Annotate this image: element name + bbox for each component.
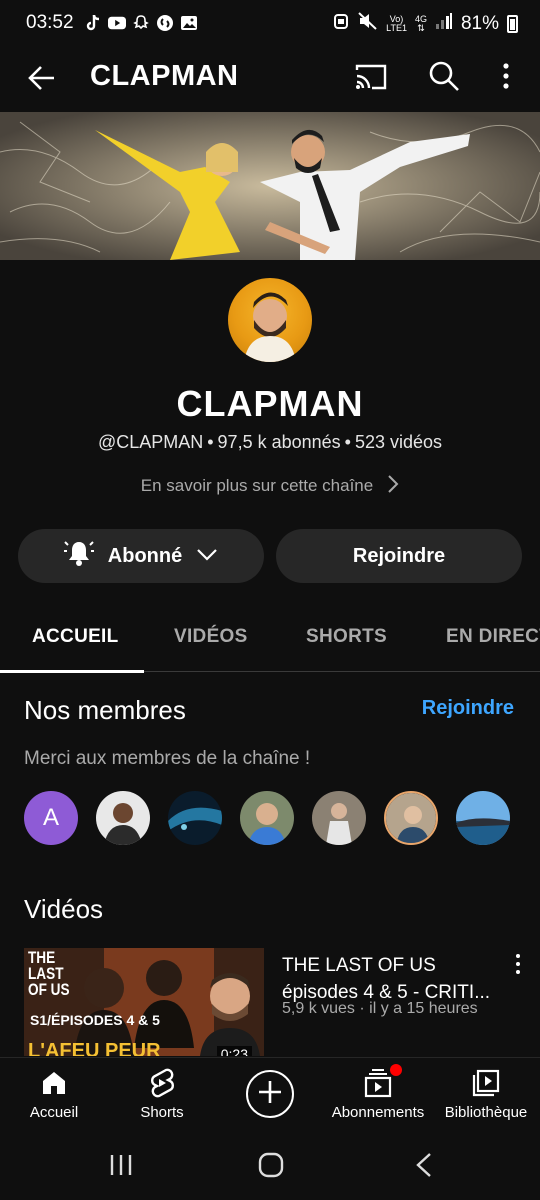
videos-section-title: Vidéos	[24, 894, 104, 924]
shazam-icon	[156, 14, 174, 32]
tab-videos[interactable]: VIDÉOS	[174, 626, 248, 648]
video-meta: 5,9 k vues · il y a 15 heures	[282, 1000, 478, 1017]
search-icon[interactable]	[428, 60, 460, 92]
join-label: Rejoindre	[352, 544, 446, 567]
chevron-right-icon	[387, 474, 399, 499]
member-avatar[interactable]	[312, 791, 366, 845]
network-indicator: 4G ⇅	[414, 14, 427, 33]
join-button[interactable]: Rejoindre	[276, 529, 522, 583]
about-channel-label: En savoir plus sur cette chaîne	[140, 475, 374, 495]
thumbnail-title-text: THE LAST OF US	[28, 948, 70, 999]
thumbnail-caption-2: L'AFEU PEUR	[28, 1040, 161, 1056]
volte-indicator: Vo) LTE1	[386, 14, 407, 33]
member-avatar[interactable]	[168, 791, 222, 845]
back-system-icon[interactable]	[414, 1152, 434, 1183]
nav-subscriptions[interactable]: Abonnements	[328, 1064, 428, 1121]
tab-en-direct[interactable]: EN DIRECT	[446, 626, 540, 648]
tab-shorts[interactable]: SHORTS	[306, 626, 387, 648]
member-initial: A	[42, 804, 59, 831]
shorts-icon	[112, 1066, 212, 1100]
subscriptions-icon	[328, 1064, 428, 1100]
thumbnail-caption: S1/ÉPISODES 4 & 5	[30, 1012, 160, 1028]
members-avatars: A	[24, 791, 510, 845]
subscriber-count: 97,5 k abonnés	[217, 432, 341, 452]
home-system-icon[interactable]	[258, 1152, 284, 1183]
snapchat-icon	[132, 14, 150, 32]
video-count: 523 vidéos	[354, 432, 443, 452]
recent-apps-icon[interactable]	[108, 1152, 134, 1183]
member-avatar[interactable]	[96, 791, 150, 845]
alarm-icon	[332, 12, 350, 36]
home-icon	[4, 1066, 104, 1100]
nav-library-label: Bibliothèque	[444, 1104, 528, 1121]
bottom-navigation: Accueil Shorts Abonnements Bibliothèque	[0, 1057, 540, 1137]
members-subtitle: Merci aux membres de la chaîne !	[24, 748, 311, 769]
cast-icon[interactable]	[354, 62, 388, 92]
tab-accueil[interactable]: ACCUEIL	[32, 626, 119, 648]
nav-home[interactable]: Accueil	[4, 1066, 104, 1121]
video-more-icon[interactable]	[512, 952, 524, 976]
top-app-bar: CLAPMAN	[0, 50, 540, 110]
nav-shorts-label: Shorts	[140, 1104, 184, 1121]
subscribed-button[interactable]: Abonné	[18, 529, 264, 583]
member-avatar[interactable]: A	[24, 791, 78, 845]
members-section-title: Nos membres	[24, 695, 186, 725]
mute-icon	[358, 12, 378, 36]
member-avatar[interactable]	[384, 791, 438, 845]
nav-home-label: Accueil	[29, 1104, 79, 1121]
back-arrow-icon[interactable]	[26, 62, 58, 94]
video-thumbnail[interactable]: THE LAST OF US S1/ÉPISODES 4 & 5 L'AFEU PE…	[24, 948, 264, 1056]
chevron-down-icon	[196, 545, 218, 568]
subscribed-label: Abonné	[107, 544, 183, 567]
video-age: il y a 15 heures	[369, 1000, 478, 1017]
status-time: 03:52	[26, 12, 74, 33]
more-vert-icon[interactable]	[496, 60, 516, 92]
app-bar-title: CLAPMAN	[90, 60, 239, 92]
status-right: Vo) LTE1 4G ⇅ 81%	[332, 12, 518, 36]
nav-shorts[interactable]: Shorts	[112, 1066, 212, 1121]
system-navigation	[0, 1138, 540, 1200]
battery-icon	[507, 15, 518, 33]
notification-dot	[390, 1064, 402, 1076]
video-title[interactable]: THE LAST OF US épisodes 4 & 5 - CRITI...	[282, 952, 502, 1006]
channel-name: CLAPMAN	[176, 383, 364, 424]
channel-banner	[0, 112, 540, 260]
gallery-icon	[180, 14, 198, 32]
signal-icon	[435, 12, 453, 36]
channel-meta: @CLAPMAN • 97,5 k abonnés • 523 vidéos	[97, 432, 443, 452]
member-avatar[interactable]	[240, 791, 294, 845]
nav-subscriptions-label: Abonnements	[331, 1104, 425, 1121]
library-icon	[436, 1066, 536, 1100]
channel-tabs: ACCUEIL VIDÉOS SHORTS EN DIRECT	[0, 606, 540, 673]
tiktok-icon	[84, 14, 102, 32]
nav-library[interactable]: Bibliothèque	[436, 1066, 536, 1121]
notification-icons	[84, 14, 198, 32]
video-views: 5,9 k vues	[282, 1000, 355, 1017]
create-button[interactable]	[246, 1070, 294, 1118]
status-bar: 03:52 Vo) LTE1 4G ⇅ 81%	[0, 0, 540, 50]
youtube-icon	[108, 14, 126, 32]
about-channel-link[interactable]: En savoir plus sur cette chaîne	[0, 474, 540, 499]
battery-percent: 81%	[460, 13, 499, 34]
member-avatar[interactable]	[456, 791, 510, 845]
active-tab-indicator	[0, 670, 144, 673]
channel-handle: @CLAPMAN	[97, 432, 204, 452]
create-plus-icon	[256, 1078, 284, 1111]
members-join-link[interactable]: Rejoindre	[422, 697, 514, 720]
bell-ringing-icon	[63, 539, 94, 573]
channel-avatar[interactable]	[228, 278, 312, 362]
video-duration: 0:23	[216, 1046, 252, 1056]
